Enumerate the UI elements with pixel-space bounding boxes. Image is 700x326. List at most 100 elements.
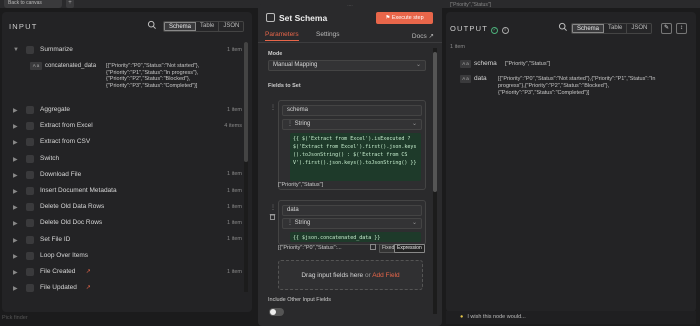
output-view-json[interactable]: JSON bbox=[627, 24, 652, 33]
docs-link[interactable]: Docs ↗ bbox=[412, 32, 434, 40]
feedback-bar[interactable]: ● I wish this node would... bbox=[446, 311, 696, 324]
node-label: Delete Old Data Rows bbox=[40, 203, 105, 211]
drop-zone[interactable]: Drag input fields here or Add Field bbox=[278, 260, 423, 290]
summarize-node-icon bbox=[26, 46, 34, 54]
search-icon[interactable] bbox=[558, 22, 568, 32]
field-type-select[interactable]: ⋮ String ⌄ bbox=[282, 218, 422, 229]
edit-output-button[interactable]: ✎ bbox=[661, 23, 672, 34]
node-row[interactable]: ▶ Set File ID 1 item bbox=[2, 234, 252, 246]
chevron-down-icon: ⌄ bbox=[411, 220, 417, 226]
chevron-right-icon: ▶ bbox=[13, 237, 18, 244]
node-item-count: 1 item bbox=[227, 219, 242, 226]
mode-expression-toggle[interactable]: Expression bbox=[394, 244, 425, 253]
node-icon bbox=[26, 154, 34, 163]
field-name-input[interactable]: data bbox=[282, 205, 422, 216]
drag-handle[interactable]: :::: bbox=[343, 4, 357, 8]
expression-editor[interactable]: {{ $('Extract from Excel').isExecuted ? … bbox=[290, 133, 421, 181]
node-title[interactable]: Set Schema bbox=[279, 13, 327, 23]
field-type-select[interactable]: ⋮ String ⌄ bbox=[282, 119, 422, 130]
node-icon bbox=[26, 138, 34, 147]
node-item-count: 1 item bbox=[227, 171, 242, 178]
node-item-count: 1 item bbox=[227, 236, 242, 243]
field-name: schema bbox=[474, 60, 497, 67]
include-other-fields-toggle[interactable] bbox=[269, 308, 284, 316]
node-row[interactable]: ▶ Switch bbox=[2, 153, 252, 165]
node-row[interactable]: ▶ Loop Over Items bbox=[2, 250, 252, 262]
output-panel-title: OUTPUT ✓ i bbox=[450, 24, 509, 34]
execute-step-button[interactable]: ⚑ Execute step bbox=[376, 12, 433, 24]
field-card-schema: schema ⋮ String ⌄ {{ $('Extract from Exc… bbox=[278, 100, 426, 190]
search-icon[interactable] bbox=[147, 20, 157, 30]
mode-value: Manual Mapping bbox=[273, 62, 318, 68]
back-to-canvas-tab[interactable]: Back to canvas bbox=[4, 0, 62, 8]
trigger-icon: ↗ bbox=[85, 285, 91, 292]
expression-preview: [{"Priority":"P0","Status":... bbox=[278, 245, 342, 251]
node-row[interactable]: ▶ File Created ↗ 1 item bbox=[2, 266, 252, 278]
output-view-table[interactable]: Table bbox=[604, 24, 628, 33]
node-icon bbox=[26, 268, 34, 276]
node-row[interactable]: ▶ File Updated ↗ bbox=[2, 282, 252, 294]
parameters-scrollbar[interactable] bbox=[433, 48, 437, 314]
output-view-schema[interactable]: Schema bbox=[572, 24, 605, 33]
node-row[interactable]: ▶ Delete Old Data Rows 1 item bbox=[2, 201, 252, 213]
pin-output-button[interactable]: ↕ bbox=[676, 23, 687, 34]
field-name-input[interactable]: schema bbox=[282, 105, 422, 116]
drag-handle-icon[interactable]: ⋮ bbox=[270, 204, 276, 211]
field-name-value: schema bbox=[287, 107, 309, 113]
node-row[interactable]: ▶ Download File 1 item bbox=[2, 169, 252, 181]
field-value: [{"Priority":"P0","Status":"Not started"… bbox=[106, 63, 200, 89]
output-item-count: 1 item bbox=[450, 44, 465, 50]
pen-icon bbox=[266, 13, 275, 22]
input-view-json[interactable]: JSON bbox=[219, 22, 244, 31]
string-type-icon: A a bbox=[30, 62, 42, 70]
input-view-table[interactable]: Table bbox=[196, 22, 220, 31]
node-icon bbox=[26, 203, 34, 212]
input-view-toggle: Schema Table JSON bbox=[163, 21, 245, 32]
expand-icon[interactable] bbox=[370, 244, 376, 250]
node-row[interactable]: ▶ Extract from CSV bbox=[2, 136, 252, 148]
input-panel-title: INPUT bbox=[9, 22, 38, 31]
chevron-right-icon: ▶ bbox=[13, 108, 18, 114]
node-icon bbox=[26, 122, 34, 131]
node-label: Switch bbox=[40, 154, 60, 162]
feedback-text: I wish this node would... bbox=[467, 314, 526, 320]
chevron-down-icon: ▼ bbox=[13, 47, 19, 53]
type-icon: ⋮ bbox=[287, 220, 293, 226]
input-view-schema[interactable]: Schema bbox=[164, 22, 197, 31]
node-label: Download File bbox=[40, 170, 82, 178]
trash-icon[interactable] bbox=[269, 213, 276, 220]
info-icon[interactable]: i bbox=[501, 27, 509, 34]
node-row[interactable]: ▶ Extract from Excel 4 items bbox=[2, 120, 252, 132]
chevron-down-icon: ⌄ bbox=[415, 62, 421, 68]
add-tab-button[interactable]: + bbox=[66, 0, 74, 8]
expression-editor[interactable]: {{ $json.concatenated_data }} bbox=[290, 232, 421, 242]
node-icon bbox=[26, 284, 34, 293]
node-item-count: 4 items bbox=[224, 122, 242, 129]
node-row[interactable]: ▶ Delete Old Doc Rows 1 item bbox=[2, 217, 252, 229]
node-row[interactable]: ▶ Insert Document Metadata 1 item bbox=[2, 185, 252, 197]
field-name: data bbox=[474, 75, 487, 82]
node-label: Set File ID bbox=[40, 235, 71, 243]
input-scrollbar[interactable] bbox=[244, 42, 248, 292]
node-row-summarize[interactable]: ▼ Summarize 1 item bbox=[2, 44, 252, 56]
node-icon bbox=[26, 170, 34, 179]
chevron-right-icon: ▶ bbox=[13, 286, 18, 293]
node-icon bbox=[26, 106, 34, 114]
mode-select[interactable]: Manual Mapping ⌄ bbox=[268, 60, 426, 71]
tab-settings[interactable]: Settings bbox=[316, 31, 340, 38]
node-icon bbox=[26, 235, 34, 244]
mode-label: Mode bbox=[268, 51, 283, 57]
node-label: Delete Old Doc Rows bbox=[40, 219, 103, 227]
node-label: Aggregate bbox=[40, 106, 70, 113]
chevron-right-icon: ▶ bbox=[13, 156, 18, 163]
node-row[interactable]: ▶ Aggregate 1 item bbox=[2, 104, 252, 116]
add-field-link[interactable]: Add Field bbox=[372, 272, 399, 279]
include-other-fields-label: Include Other Input Fields bbox=[268, 297, 331, 303]
node-icon bbox=[26, 187, 34, 195]
drag-handle-icon[interactable]: ⋮ bbox=[270, 104, 276, 111]
field-type-value: String bbox=[294, 121, 311, 127]
tab-parameters[interactable]: Parameters bbox=[265, 31, 299, 41]
drop-zone-or: or bbox=[364, 272, 371, 279]
pinned-output-preview: ["Priority","Status"] bbox=[450, 2, 491, 8]
chevron-right-icon: ▶ bbox=[13, 253, 18, 260]
